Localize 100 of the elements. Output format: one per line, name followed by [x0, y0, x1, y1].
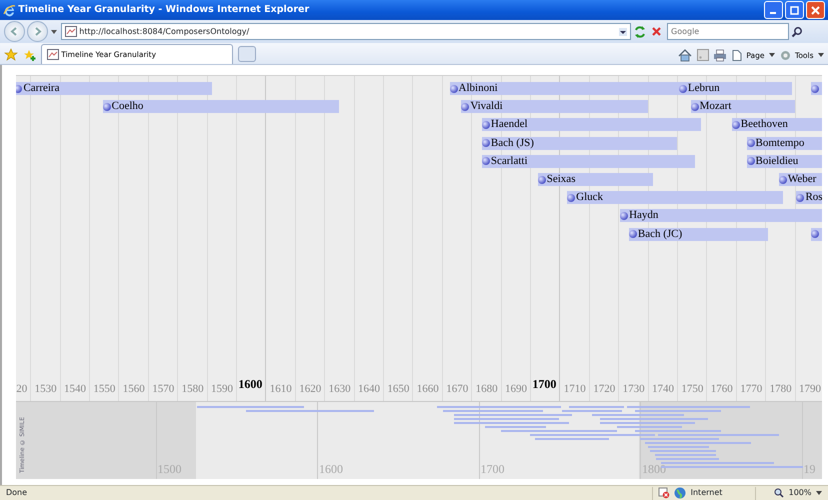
page-icon	[65, 26, 77, 37]
dot-icon	[796, 194, 804, 202]
axis-label: 1690	[504, 382, 528, 396]
event-label[interactable]: Gluck	[576, 191, 604, 204]
event-label[interactable]: Bach (JC)	[638, 228, 682, 241]
overview-event-line	[484, 426, 546, 428]
axis-label: 1790	[798, 382, 822, 396]
address-field[interactable]: http://localhost:8084/ComposersOntology/	[61, 23, 631, 40]
dot-icon	[482, 120, 490, 129]
maximize-button[interactable]	[784, 1, 804, 19]
overview-event-line	[562, 410, 622, 412]
axis-label: 1620	[298, 382, 322, 396]
security-zone: Internet	[690, 487, 724, 499]
minimize-icon	[770, 12, 776, 14]
axis-label: 1730	[622, 382, 646, 396]
event-label[interactable]: Bomtempo	[756, 136, 804, 150]
document-icon[interactable]	[732, 50, 742, 61]
event-bar[interactable]: Ros	[796, 191, 822, 204]
axis-label: 1530	[34, 382, 58, 396]
event-bar[interactable]: Haendel	[482, 118, 700, 132]
event-bar[interactable]: Albinoni	[450, 82, 680, 95]
event-bar[interactable]: Haydn	[620, 209, 822, 222]
print-icon[interactable]	[713, 48, 728, 62]
url-text: http://localhost:8084/ComposersOntology/	[79, 26, 250, 38]
axis-label: 1640	[356, 382, 381, 396]
overview-event-line	[568, 406, 624, 408]
event-bar[interactable]: Bach (JC)	[628, 228, 768, 241]
dot-icon	[811, 84, 820, 92]
event-label[interactable]: Albinoni	[458, 82, 498, 95]
protected-mode-icon	[658, 487, 670, 499]
event-bar[interactable]	[811, 228, 822, 241]
dropdown-arrow-icon[interactable]	[816, 491, 822, 495]
event-bar[interactable]: Bomtempo	[746, 136, 822, 150]
axis-label: 1660	[416, 382, 440, 396]
axis-label: 1770	[739, 382, 764, 396]
dot-icon	[16, 84, 22, 92]
refresh-icon[interactable]	[633, 24, 648, 38]
event-bar[interactable]: Scarlatti	[482, 154, 695, 168]
favorites-star-icon[interactable]	[4, 48, 18, 62]
event-label[interactable]: Beethoven	[740, 118, 788, 132]
axis-label: 1630	[328, 382, 352, 396]
axis-label: 1740	[650, 382, 675, 396]
dot-icon	[746, 139, 754, 148]
event-label[interactable]: Haydn	[629, 209, 658, 222]
event-bar[interactable]: Vivaldi	[461, 100, 648, 114]
overview-event-line	[648, 446, 710, 448]
dot-icon	[620, 212, 628, 220]
event-bar[interactable]	[811, 82, 822, 95]
zoom-icon[interactable]	[774, 488, 784, 498]
axis-label: 1610	[268, 382, 293, 396]
dropdown-arrow-icon[interactable]	[818, 53, 824, 58]
axis-label: 1710	[562, 382, 587, 396]
feeds-icon[interactable]	[696, 49, 709, 62]
add-favorite-icon[interactable]	[22, 48, 36, 62]
event-bar[interactable]: Boieldieu	[746, 154, 822, 168]
event-label[interactable]: Haendel	[490, 118, 528, 132]
event-label[interactable]: Carreira	[23, 82, 60, 95]
event-bar[interactable]: Lebrun	[678, 82, 792, 95]
event-label[interactable]: Vivaldi	[470, 100, 503, 114]
dropdown-arrow-icon[interactable]	[769, 53, 776, 58]
search-field[interactable]: Google	[667, 23, 789, 40]
axis-label: 1540	[62, 382, 87, 396]
dot-icon	[746, 157, 754, 166]
event-bar[interactable]: Bach (JS)	[482, 136, 677, 150]
event-bar[interactable]: Beethoven	[732, 118, 822, 132]
event-label[interactable]: Scarlatti	[490, 154, 528, 168]
event-bar[interactable]: Seixas	[538, 173, 654, 186]
search-icon[interactable]	[791, 26, 804, 38]
close-button[interactable]	[806, 1, 825, 19]
overview-label: 1600	[319, 461, 343, 478]
event-bar[interactable]: Weber	[778, 173, 822, 186]
dropdown-arrow-icon[interactable]	[50, 30, 56, 34]
axis-label: 1680	[474, 382, 499, 396]
event-label[interactable]: Bach (JS)	[490, 136, 534, 150]
dot-icon	[538, 176, 546, 184]
minimize-button[interactable]	[764, 1, 782, 19]
axis-label: 1700	[531, 376, 558, 393]
overview-label: 1700	[480, 461, 504, 478]
axis-label: 1650	[386, 382, 410, 396]
event-label[interactable]: Seixas	[546, 173, 576, 186]
event-label[interactable]: Lebrun	[688, 82, 720, 95]
event-label[interactable]: Boieldieu	[756, 154, 798, 168]
overview-event-line	[654, 454, 716, 456]
dropdown-arrow-icon[interactable]	[619, 28, 627, 36]
stop-icon[interactable]	[650, 25, 662, 38]
axis-label: 1570	[151, 382, 176, 396]
event-label[interactable]: Coelho	[112, 100, 144, 114]
zoom-level[interactable]: 100%	[788, 487, 812, 499]
event-bar[interactable]: Carreira	[16, 82, 212, 95]
overview-event-line	[650, 450, 716, 452]
home-icon[interactable]	[678, 48, 692, 62]
event-bar[interactable]: Mozart	[690, 100, 795, 114]
event-label[interactable]: Weber	[788, 173, 816, 186]
dot-icon	[732, 120, 740, 129]
event-label[interactable]: Mozart	[700, 100, 732, 114]
event-bar[interactable]: Coelho	[102, 100, 339, 114]
event-bar[interactable]: Gluck	[567, 191, 783, 204]
overview-event-line	[617, 426, 682, 428]
axis-label: 1550	[92, 382, 116, 396]
event-label[interactable]: Ros	[805, 191, 822, 204]
